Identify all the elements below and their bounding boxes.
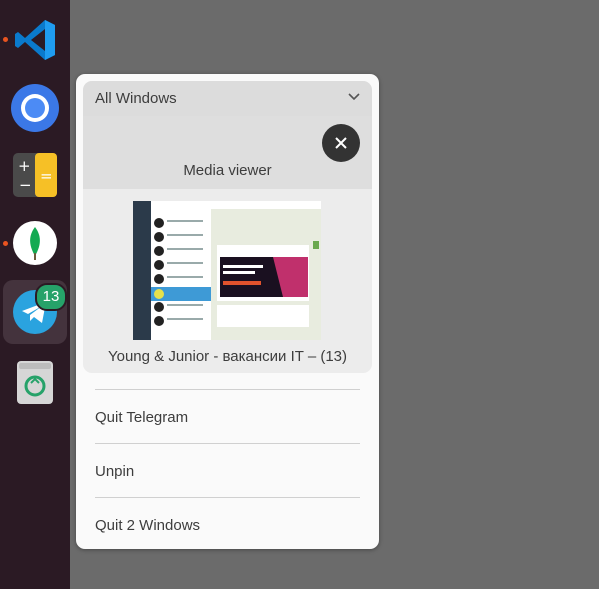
calculator-icon: + − = — [13, 153, 57, 197]
media-viewer-title: Media viewer — [183, 162, 272, 179]
window-caption: Young & Junior - вакансии IT – (13) — [107, 348, 348, 365]
dock-item-trash[interactable] — [3, 350, 67, 414]
dock-item-vscode[interactable] — [3, 8, 67, 72]
trash-icon — [17, 361, 53, 404]
dock-item-calculator[interactable]: + − = — [3, 143, 67, 207]
separator — [95, 443, 360, 444]
dock-item-chromium[interactable] — [3, 76, 67, 140]
vscode-icon — [15, 20, 55, 60]
close-icon — [335, 137, 347, 149]
notification-badge: 13 — [35, 283, 67, 311]
separator — [95, 389, 360, 390]
app-context-menu: All Windows Media viewer Young & Junior … — [76, 74, 379, 549]
quit-windows-item[interactable]: Quit 2 Windows — [95, 517, 200, 534]
svg-text:+: + — [18, 157, 31, 175]
dock: + − = 13 — [0, 0, 70, 589]
svg-text:−: − — [19, 176, 32, 194]
all-windows-header[interactable]: All Windows — [83, 81, 372, 116]
separator — [95, 497, 360, 498]
windows-group: All Windows Media viewer Young & Junior … — [83, 81, 372, 373]
telegram-window-preview — [133, 201, 321, 340]
chevron-down-icon — [348, 93, 360, 101]
dock-item-mongodb[interactable] — [3, 211, 67, 275]
chromium-icon — [11, 84, 59, 132]
close-window-button[interactable] — [322, 124, 360, 162]
quit-telegram-item[interactable]: Quit Telegram — [95, 409, 188, 426]
mongodb-icon — [13, 221, 57, 265]
window-thumbnail[interactable] — [133, 201, 321, 340]
unpin-item[interactable]: Unpin — [95, 463, 134, 480]
all-windows-label: All Windows — [95, 90, 177, 107]
svg-text:=: = — [40, 167, 53, 185]
